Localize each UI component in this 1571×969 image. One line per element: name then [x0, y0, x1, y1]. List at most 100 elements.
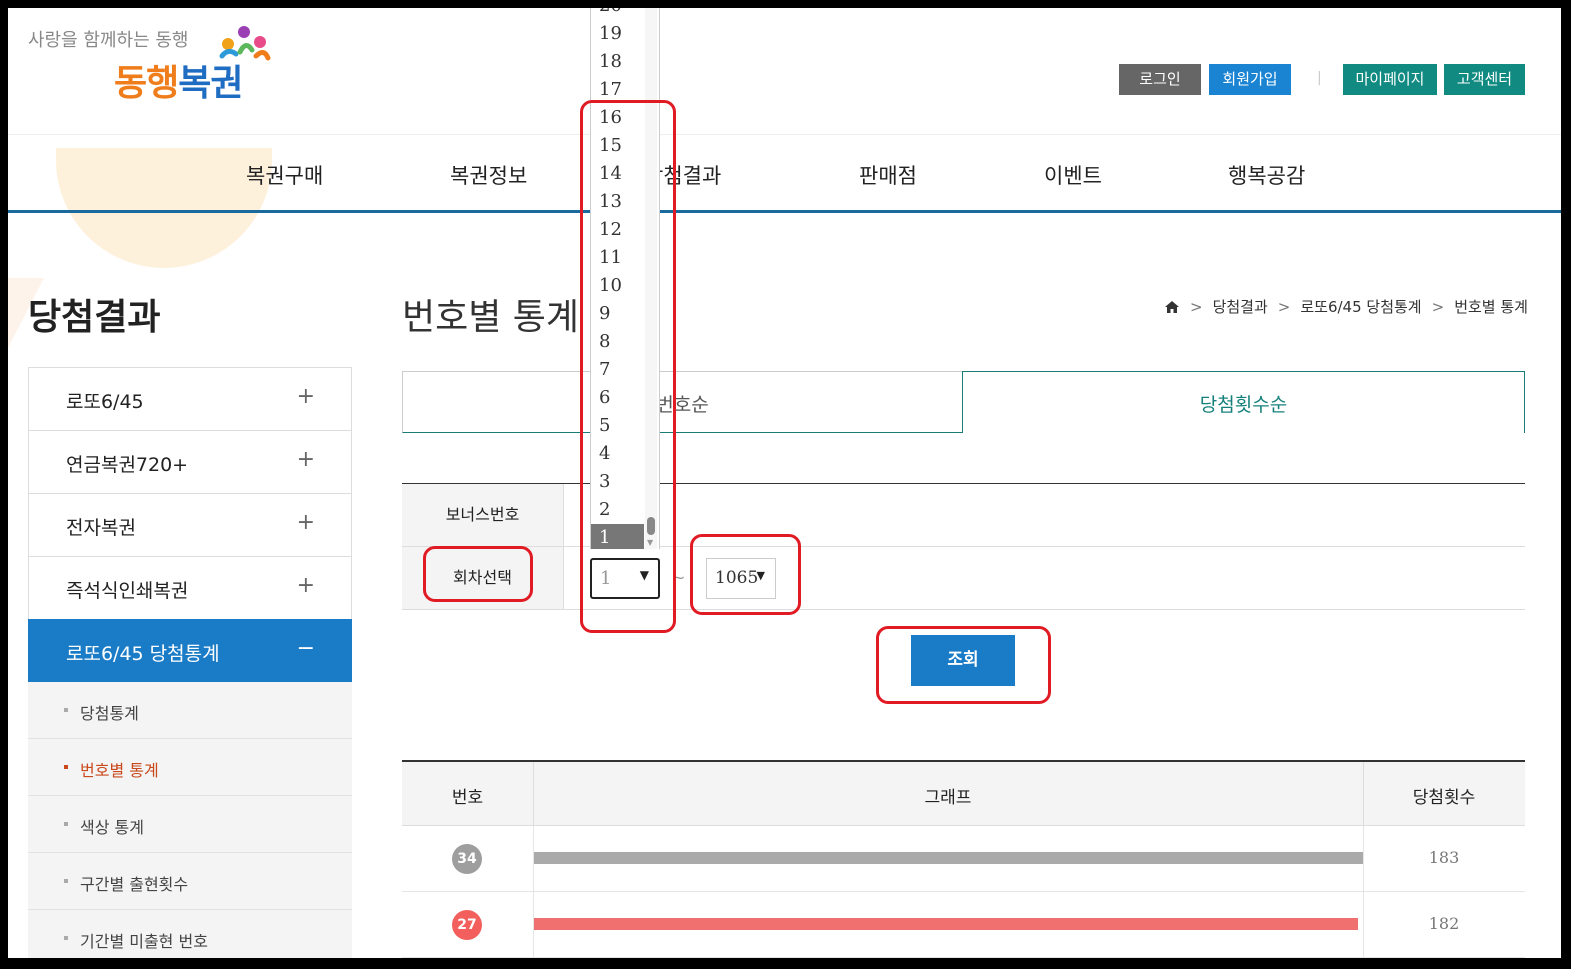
end-round-select[interactable]: 1065 ▼ [706, 558, 776, 599]
frequency-bar [534, 918, 1358, 930]
customer-center-button[interactable]: 고객센터 [1444, 64, 1525, 95]
dropdown-option[interactable]: 10 [591, 272, 644, 300]
caret-down-icon: ▼ [756, 569, 765, 582]
dropdown-option[interactable]: 6 [591, 384, 644, 412]
page: 사랑을 함께하는 동행 동행복권 로그인 회원가입 | 마이페이지 고객센터 복… [8, 8, 1561, 958]
dropdown-option[interactable]: 16 [591, 104, 644, 132]
gnb-item-purchase[interactable]: 복권구매 [246, 160, 323, 190]
plus-icon: + [296, 510, 315, 535]
scrollbar-thumb[interactable] [647, 517, 655, 535]
select-value: 1 [600, 568, 612, 589]
sidebar-subitem-number-stats[interactable]: 번호별 통계 [28, 739, 352, 796]
sidebar-item-pension720[interactable]: 연금복권720+ + [28, 430, 352, 493]
table-row: 34 183 [402, 826, 1525, 892]
bullet-icon [64, 936, 68, 940]
gnb-item-happiness[interactable]: 행복공감 [1228, 160, 1305, 190]
dropdown-option[interactable]: 11 [591, 244, 644, 272]
sidebar-menu: 로또6/45 + 연금복권720+ + 전자복권 + 즉석식인쇄복권 + 로또6… [28, 367, 352, 958]
sidebar-item-lotto-stats[interactable]: 로또6/45 당첨통계 − [28, 619, 352, 682]
gnb-item-stores[interactable]: 판매점 [859, 160, 917, 190]
tab-win-count-order[interactable]: 당첨횟수순 [962, 371, 1525, 433]
dropdown-scrollbar[interactable]: ▲ ▼ [645, 8, 657, 549]
caret-down-icon: ▼ [639, 568, 649, 582]
column-header-count: 당첨횟수 [1412, 788, 1476, 808]
chevron-right-icon: > [1277, 297, 1291, 316]
dropdown-option[interactable]: 2 [591, 496, 644, 524]
logo-mark-icon [219, 26, 271, 61]
dropdown-option[interactable]: 5 [591, 412, 644, 440]
column-header-number: 번호 [451, 788, 484, 808]
win-count: 182 [1428, 914, 1460, 933]
bullet-icon [64, 879, 68, 883]
win-count: 183 [1428, 848, 1460, 867]
scroll-down-icon[interactable]: ▼ [647, 538, 653, 547]
start-round-select[interactable]: 1 ▼ [590, 558, 660, 599]
column-divider [533, 762, 534, 825]
dropdown-option[interactable]: 18 [591, 48, 644, 76]
login-button[interactable]: 로그인 [1119, 64, 1201, 95]
sidebar-subitem-label: 기간별 미출현 번호 [80, 932, 208, 951]
range-separator: ~ [672, 568, 686, 587]
round-dropdown-list[interactable]: ▲ ▼ 2019181716151413121110987654321 [590, 8, 660, 549]
mypage-button[interactable]: 마이페이지 [1343, 64, 1437, 95]
dropdown-option[interactable]: 15 [591, 132, 644, 160]
page-title: 번호별 통계 [402, 297, 580, 338]
sidebar-item-electronic[interactable]: 전자복권 + [28, 493, 352, 556]
table-header: 번호 그래프 당첨횟수 [402, 762, 1525, 826]
sidebar-subitem-range-stats[interactable]: 구간별 출현횟수 [28, 853, 352, 910]
dropdown-option[interactable]: 19 [591, 20, 644, 48]
tab-label: 당첨횟수순 [1199, 394, 1288, 416]
dropdown-option[interactable]: 3 [591, 468, 644, 496]
join-button[interactable]: 회원가입 [1209, 64, 1291, 95]
plus-icon: + [296, 447, 315, 472]
sidebar-subitem-color-stats[interactable]: 색상 통계 [28, 796, 352, 853]
breadcrumb: > 당첨결과 > 로또6/45 당첨통계 > 번호별 통계 [1164, 296, 1528, 317]
site-slogan: 사랑을 함께하는 동행 [28, 30, 189, 51]
table-row: 27 182 [402, 892, 1525, 958]
search-form: 보너스번호 회차선택 [402, 483, 1525, 610]
plus-icon: + [296, 573, 315, 598]
sidebar-item-label: 연금복권720+ [66, 454, 189, 476]
search-button[interactable]: 조회 [911, 635, 1015, 686]
gnb-item-info[interactable]: 복권정보 [450, 160, 527, 190]
sidebar-subitem-win-stats[interactable]: 당첨통계 [28, 682, 352, 739]
bonus-label: 보너스번호 [402, 484, 564, 546]
sidebar-subitem-label: 색상 통계 [80, 818, 144, 837]
bullet-icon [64, 708, 68, 712]
dropdown-option[interactable]: 7 [591, 356, 644, 384]
column-divider [1363, 762, 1364, 825]
dropdown-option[interactable]: 1 [591, 524, 644, 549]
header-separator: | [1317, 70, 1322, 86]
breadcrumb-item[interactable]: 로또6/45 당첨통계 [1300, 296, 1421, 317]
dropdown-option[interactable]: 17 [591, 76, 644, 104]
dropdown-option[interactable]: 14 [591, 160, 644, 188]
round-select-label: 회차선택 [402, 547, 564, 609]
tab-label: 번호순 [656, 394, 709, 416]
dropdown-option[interactable]: 12 [591, 216, 644, 244]
results-table: 번호 그래프 당첨횟수 34 183 27 182 [402, 760, 1525, 958]
number-ball: 27 [452, 910, 482, 940]
sidebar-item-label: 즉석식인쇄복권 [66, 580, 189, 602]
sort-tabs: 번호순 당첨횟수순 [402, 371, 1525, 433]
sidebar-subitem-missing-numbers[interactable]: 기간별 미출현 번호 [28, 910, 352, 958]
scroll-up-icon[interactable]: ▲ [647, 8, 653, 9]
bullet-icon [64, 822, 68, 826]
decorative-circle [56, 148, 272, 268]
dropdown-option[interactable]: 8 [591, 328, 644, 356]
sidebar-item-lotto645[interactable]: 로또6/45 + [28, 367, 352, 430]
frequency-bar [534, 852, 1363, 864]
bullet-icon [64, 765, 68, 769]
number-ball: 34 [452, 844, 482, 874]
breadcrumb-item[interactable]: 당첨결과 [1213, 296, 1268, 317]
dropdown-option[interactable]: 20 [591, 8, 644, 20]
dropdown-option[interactable]: 9 [591, 300, 644, 328]
dropdown-option[interactable]: 13 [591, 188, 644, 216]
home-icon[interactable] [1164, 300, 1180, 314]
select-value: 1065 [715, 568, 759, 588]
sidebar-subitem-label: 당첨통계 [80, 704, 139, 723]
header-divider [8, 134, 1561, 135]
tab-number-order[interactable]: 번호순 [402, 371, 963, 433]
dropdown-option[interactable]: 4 [591, 440, 644, 468]
gnb-item-events[interactable]: 이벤트 [1044, 160, 1102, 190]
sidebar-item-instant[interactable]: 즉석식인쇄복권 + [28, 556, 352, 619]
